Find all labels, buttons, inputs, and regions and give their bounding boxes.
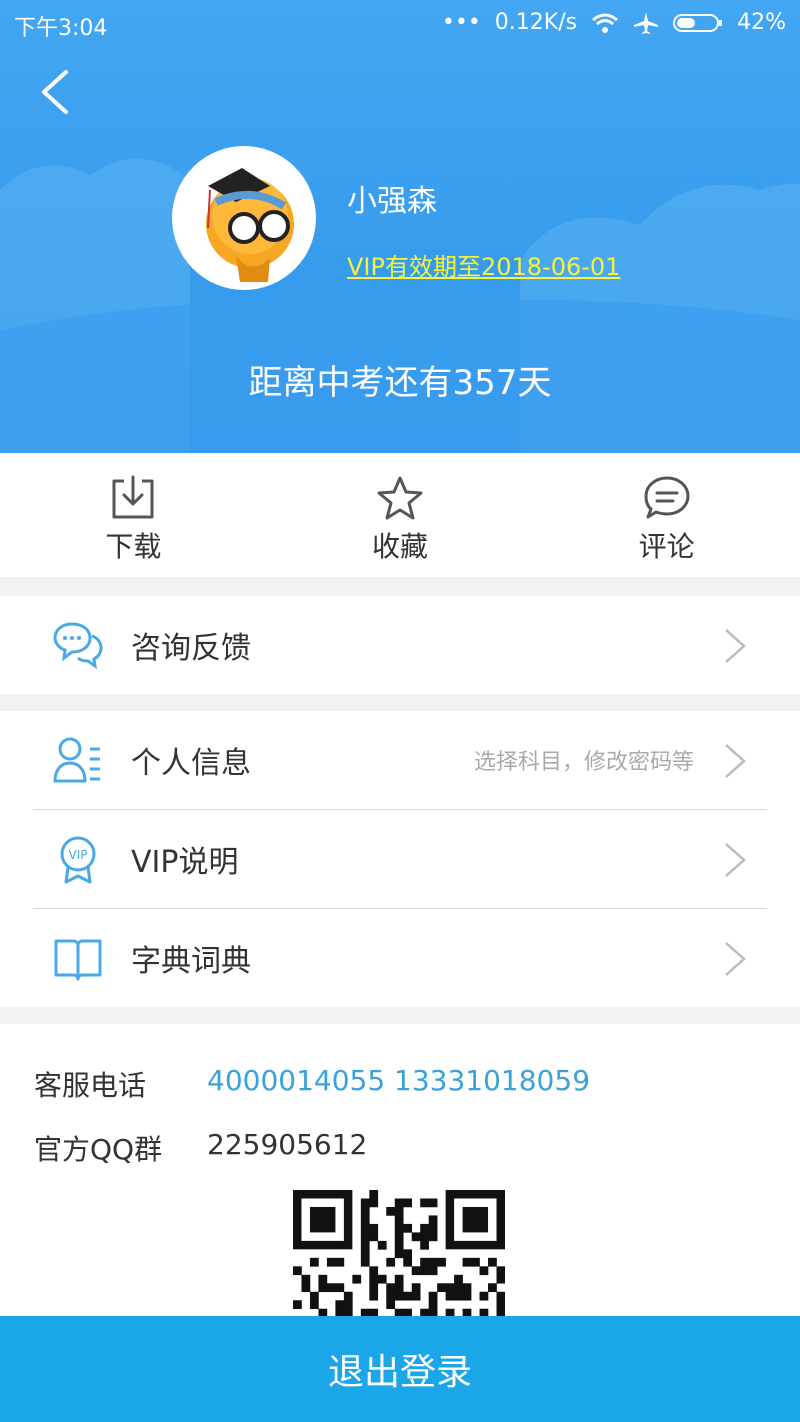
comment-icon: [644, 476, 690, 519]
menu-label-feedback: 咨询反馈: [131, 631, 251, 666]
menu-item-dictionary[interactable]: 字典词典: [0, 909, 800, 1007]
menu-label-dictionary: 字典词典: [131, 944, 251, 979]
menu-hint-profile: 选择科目，修改密码等: [473, 750, 694, 775]
phone-numbers[interactable]: 4000014055 13331018059: [207, 1064, 590, 1097]
airplane-icon: [634, 11, 659, 34]
download-icon: [112, 475, 154, 519]
username: 小强森: [347, 184, 437, 219]
exam-countdown: 距离中考还有357天: [248, 363, 552, 403]
settings-card: 个人信息 选择科目，修改密码等 VIP VIP说明 字典词典: [0, 711, 800, 1007]
battery-icon: [673, 13, 723, 32]
network-speed: 0.12K/s: [494, 10, 578, 35]
qq-group-number: 225905612: [207, 1128, 368, 1161]
logout-button[interactable]: 退出登录: [0, 1316, 800, 1422]
status-dots: •••: [441, 10, 481, 35]
chevron-right-icon: [725, 843, 746, 877]
status-bar: 下午3:04 ••• 0.12K/s 42%: [0, 0, 800, 46]
profile-header: 下午3:04 ••• 0.12K/s 42% 小强森 VIP有效期至2018-0…: [0, 0, 800, 453]
chevron-right-icon: [725, 942, 746, 976]
menu-item-vip[interactable]: VIP VIP说明: [0, 810, 800, 908]
qr-code-image: [293, 1190, 505, 1322]
quick-actions-bar: 下载 收藏 评论: [0, 453, 800, 577]
user-list-icon: [53, 737, 100, 783]
download-button[interactable]: 下载: [0, 453, 267, 577]
avatar-mascot-icon: [206, 168, 294, 282]
chevron-right-icon: [725, 629, 746, 663]
favorites-label: 收藏: [372, 530, 429, 563]
menu-item-profile[interactable]: 个人信息 选择科目，修改密码等: [0, 711, 800, 809]
battery-percent: 42%: [737, 10, 786, 35]
feedback-card: 咨询反馈: [0, 596, 800, 694]
back-arrow-icon[interactable]: [36, 66, 80, 118]
menu-label-profile: 个人信息: [131, 746, 251, 781]
svg-text:VIP: VIP: [69, 848, 88, 862]
menu-item-feedback[interactable]: 咨询反馈: [0, 596, 800, 694]
star-icon: [377, 476, 423, 520]
book-icon: [54, 939, 102, 981]
qr-code: [293, 1190, 505, 1322]
wifi-icon: [592, 13, 619, 33]
menu-label-vip: VIP说明: [131, 845, 239, 880]
phone-label: 客服电话: [34, 1069, 147, 1102]
qq-group-label: 官方QQ群: [34, 1133, 163, 1166]
vip-badge-icon: VIP: [60, 836, 96, 884]
chevron-right-icon: [725, 744, 746, 778]
chat-bubbles-icon: [53, 622, 103, 670]
comments-label: 评论: [638, 530, 695, 563]
download-label: 下载: [105, 530, 162, 563]
avatar[interactable]: [172, 146, 316, 290]
favorites-button[interactable]: 收藏: [267, 453, 534, 577]
vip-expiry-link[interactable]: VIP有效期至2018-06-01: [347, 247, 620, 282]
comments-button[interactable]: 评论: [533, 453, 800, 577]
status-time: 下午3:04: [14, 16, 108, 41]
